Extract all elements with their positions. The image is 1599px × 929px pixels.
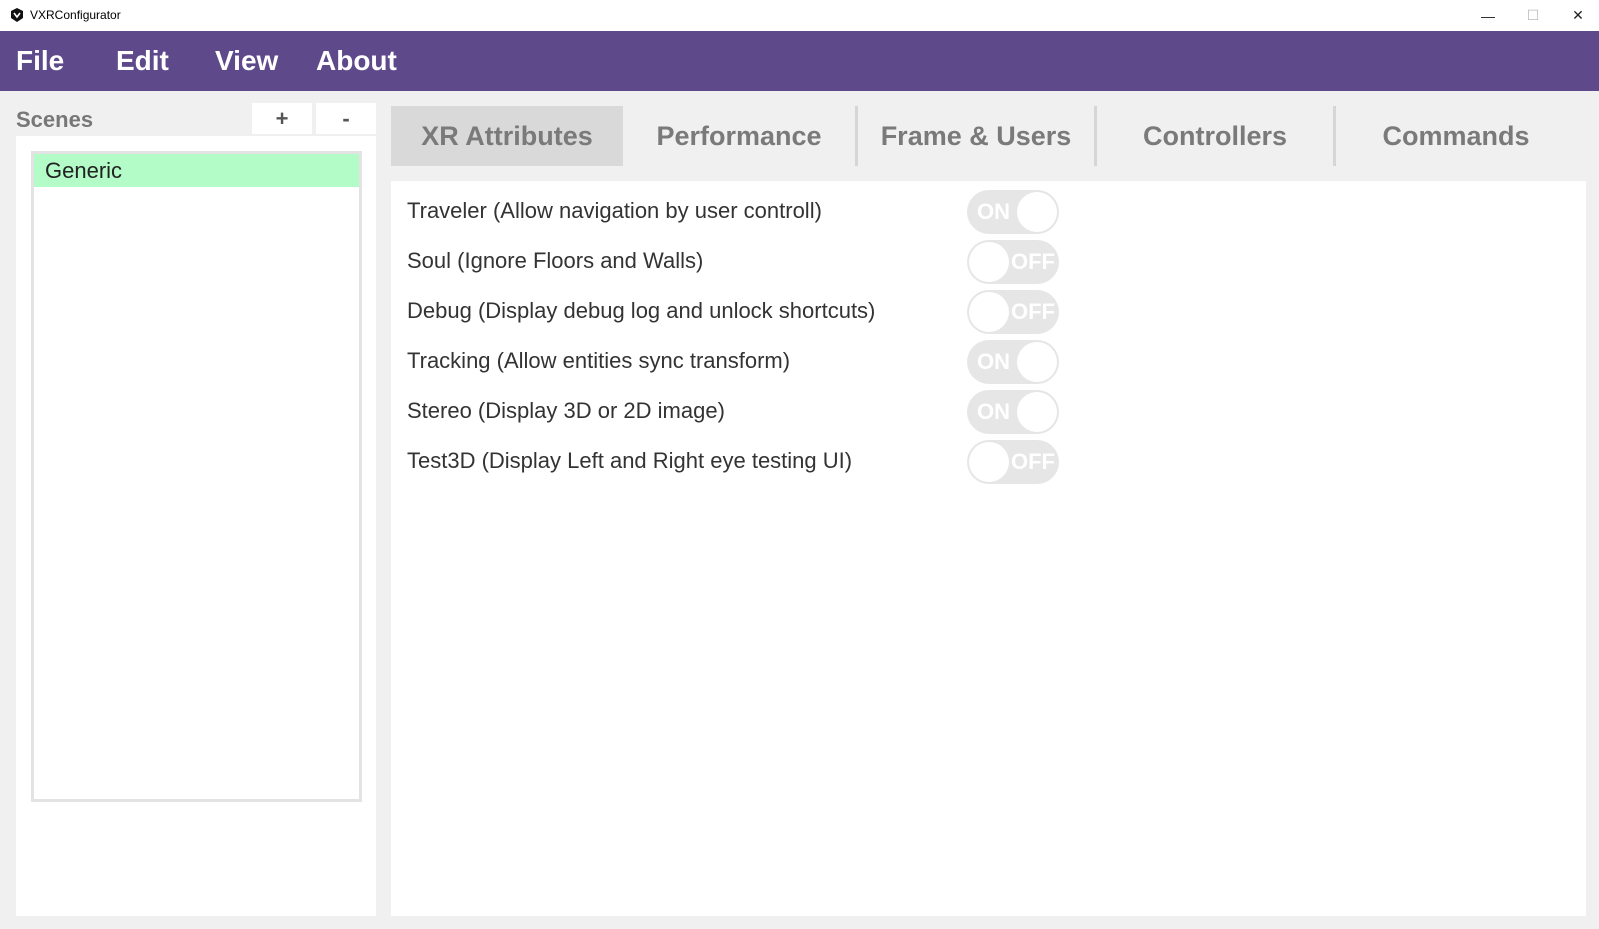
toggle-state: ON — [977, 399, 1010, 424]
menu-bar: File Edit View About — [0, 31, 1599, 91]
toggle-knob — [969, 292, 1009, 332]
toggle-state: ON — [977, 349, 1010, 374]
debug-toggle[interactable]: OFF — [967, 290, 1059, 334]
toggle-knob — [1017, 342, 1057, 382]
maximize-button[interactable]: ☐ — [1510, 0, 1556, 31]
minimize-button[interactable]: — — [1465, 0, 1511, 31]
window-title: VXRConfigurator — [30, 8, 121, 22]
toggle-knob — [1017, 392, 1057, 432]
tab-xr-attributes[interactable]: XR Attributes — [391, 106, 623, 166]
attribute-label: Debug (Display debug log and unlock shor… — [407, 298, 876, 323]
attribute-label: Soul (Ignore Floors and Walls) — [407, 248, 704, 273]
toggle-state: OFF — [1011, 299, 1055, 324]
tab-bar: XR Attributes Performance Frame & Users … — [391, 106, 1586, 167]
tab-controllers[interactable]: Controllers — [1097, 106, 1333, 166]
scenes-title: Scenes — [16, 107, 94, 132]
toggle-state: ON — [977, 199, 1010, 224]
remove-scene-button[interactable]: - — [316, 103, 376, 134]
close-button[interactable]: ✕ — [1555, 0, 1599, 31]
traveler-toggle[interactable]: ON — [967, 190, 1059, 234]
menu-view[interactable]: View — [215, 31, 278, 91]
attribute-row-tracking: Tracking (Allow entities sync transform)… — [391, 336, 1091, 386]
tab-commands[interactable]: Commands — [1336, 106, 1576, 166]
attribute-label: Traveler (Allow navigation by user contr… — [407, 198, 822, 223]
scene-list-container: Generic — [16, 136, 376, 916]
attribute-row-test3d: Test3D (Display Left and Right eye testi… — [391, 436, 1091, 486]
attribute-label: Stereo (Display 3D or 2D image) — [407, 398, 725, 423]
toggle-state: OFF — [1011, 449, 1055, 474]
menu-about[interactable]: About — [316, 31, 397, 91]
attribute-row-debug: Debug (Display debug log and unlock shor… — [391, 286, 1091, 336]
tab-performance[interactable]: Performance — [623, 106, 855, 166]
stereo-toggle[interactable]: ON — [967, 390, 1059, 434]
scene-item-generic[interactable]: Generic — [34, 154, 359, 187]
attribute-row-soul: Soul (Ignore Floors and Walls) OFF — [391, 236, 1091, 286]
attribute-row-stereo: Stereo (Display 3D or 2D image) ON — [391, 386, 1091, 436]
attribute-label: Tracking (Allow entities sync transform) — [407, 348, 791, 373]
scene-list[interactable]: Generic — [31, 151, 362, 802]
toggle-knob — [969, 242, 1009, 282]
soul-toggle[interactable]: OFF — [967, 240, 1059, 284]
toggle-knob — [1017, 192, 1057, 232]
attribute-label: Test3D (Display Left and Right eye testi… — [407, 448, 853, 473]
tracking-toggle[interactable]: ON — [967, 340, 1059, 384]
app-logo-icon — [11, 8, 23, 22]
attribute-row-traveler: Traveler (Allow navigation by user contr… — [391, 186, 1091, 236]
menu-edit[interactable]: Edit — [116, 31, 169, 91]
toggle-state: OFF — [1011, 249, 1055, 274]
title-bar: VXRConfigurator — ☐ ✕ — [0, 0, 1599, 32]
toggle-knob — [969, 442, 1009, 482]
add-scene-button[interactable]: + — [252, 103, 312, 134]
menu-file[interactable]: File — [16, 31, 64, 91]
scenes-panel: Scenes + - Generic — [16, 103, 376, 916]
test3d-toggle[interactable]: OFF — [967, 440, 1059, 484]
tab-frame-users[interactable]: Frame & Users — [858, 106, 1094, 166]
xr-attributes-panel: Traveler (Allow navigation by user contr… — [391, 181, 1586, 916]
